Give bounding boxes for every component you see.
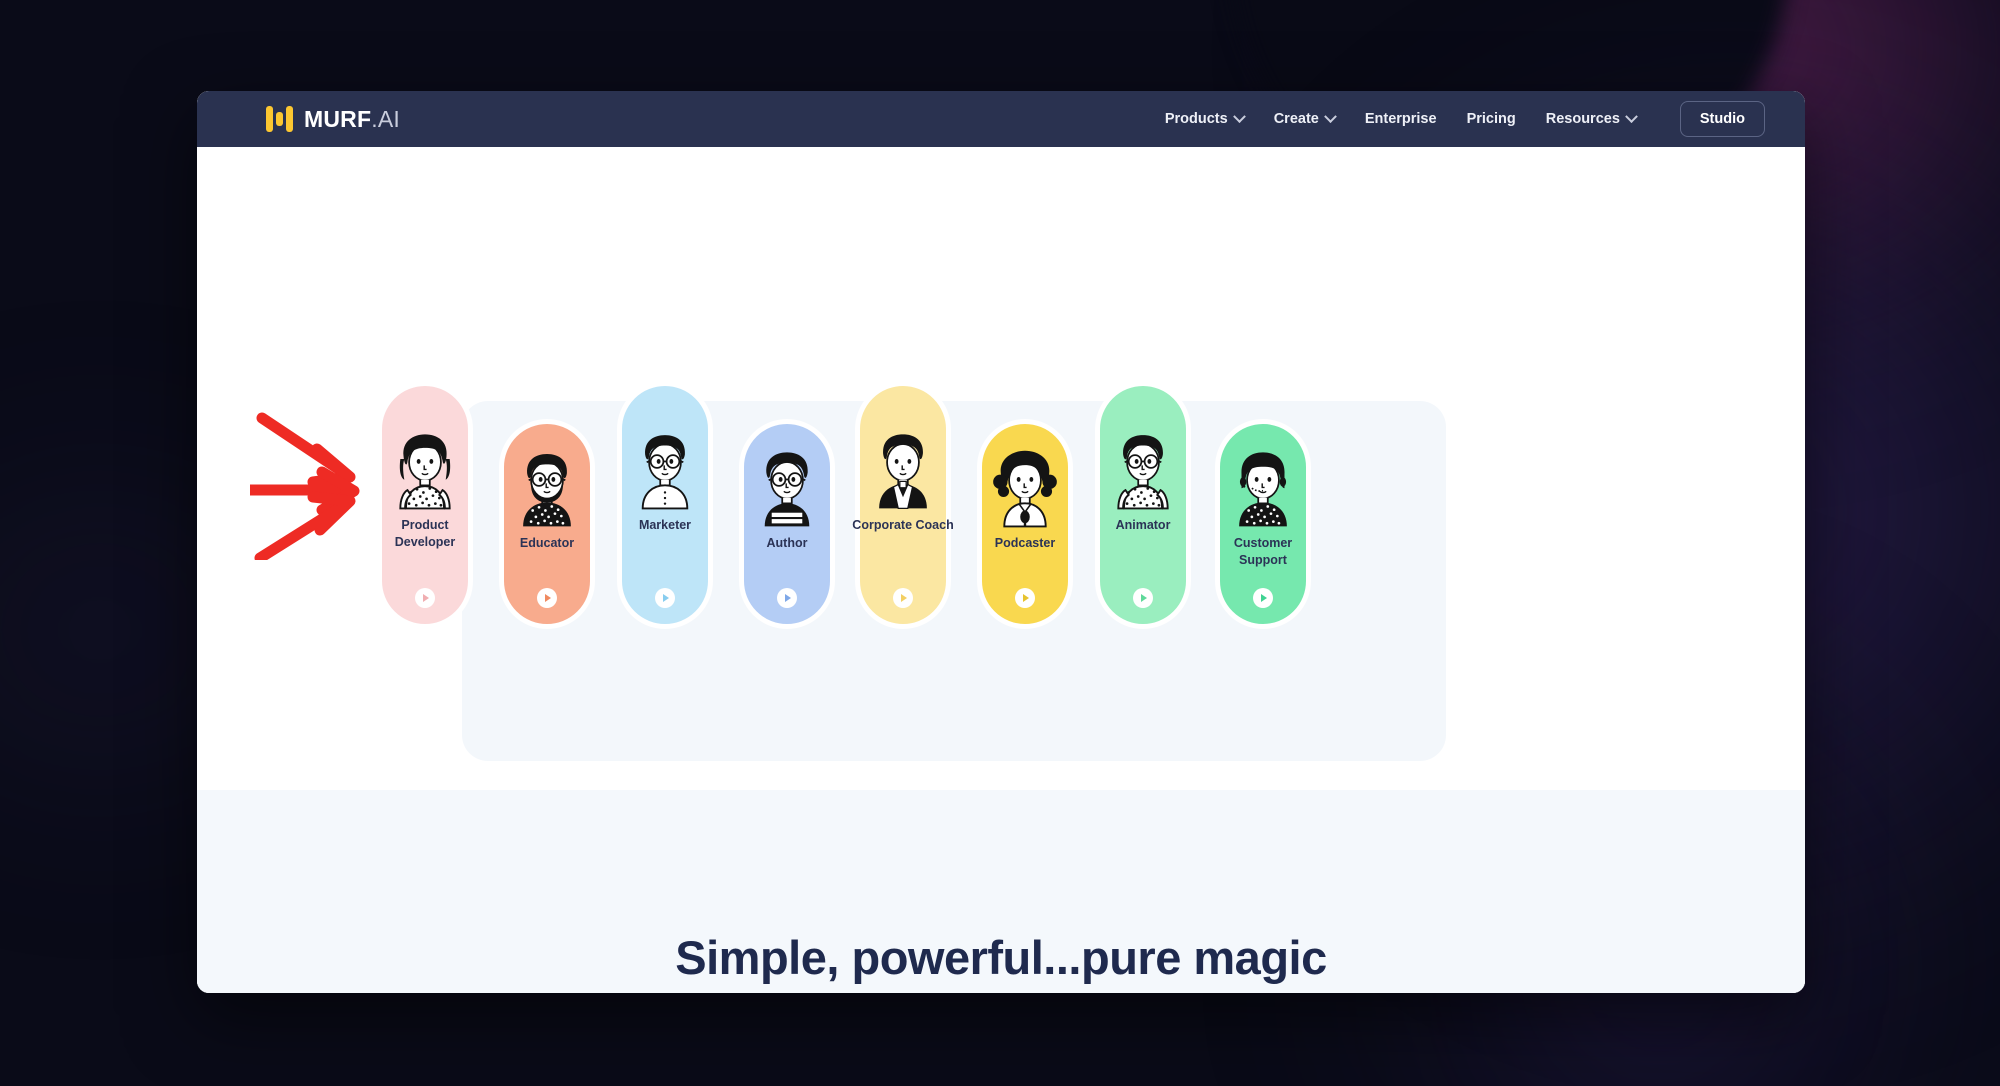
persona-label: Marketer [638, 518, 692, 532]
persona-avatar-icon [389, 432, 461, 510]
persona-card[interactable]: Marketer [617, 381, 713, 629]
nav-link-label: Enterprise [1364, 111, 1437, 127]
nav-link-label: Resources [1545, 111, 1620, 127]
persona-avatar-icon [751, 450, 823, 528]
persona-card[interactable]: Animator [1095, 381, 1191, 629]
play-icon[interactable] [893, 588, 913, 608]
persona-card-row: Product Developer Educator Marketer Auth… [377, 381, 1507, 781]
persona-card[interactable]: Product Developer [377, 381, 473, 629]
persona-avatar-icon [867, 432, 939, 510]
nav-link-enterprise[interactable]: Enterprise [1365, 111, 1437, 127]
brand-logo[interactable]: MURF.AI [266, 106, 400, 133]
persona-label: Animator [1115, 518, 1171, 532]
brand-suffix: .AI [371, 105, 400, 132]
next-section-heading: Simple, powerful...pure magic [675, 931, 1327, 984]
play-icon[interactable] [655, 588, 675, 608]
persona-label: Educator [519, 536, 575, 550]
next-section: Simple, powerful...pure magic [197, 790, 1805, 993]
play-icon[interactable] [537, 588, 557, 608]
nav-link-pricing[interactable]: Pricing [1467, 111, 1516, 127]
nav-link-resources[interactable]: Resources [1545, 109, 1638, 127]
chevron-down-icon [1232, 109, 1246, 123]
persona-card[interactable]: Author [739, 419, 835, 629]
play-icon[interactable] [1253, 588, 1273, 608]
browser-window: Creative, Corporate, or Entertainment, t… [197, 91, 1805, 993]
chevron-down-icon [1323, 109, 1337, 123]
persona-avatar-icon [511, 450, 583, 528]
murf-waveform-icon [266, 106, 293, 132]
play-icon[interactable] [415, 588, 435, 608]
persona-label: Author [766, 536, 808, 550]
nav-link-label: Pricing [1466, 111, 1516, 127]
play-icon[interactable] [777, 588, 797, 608]
persona-avatar-icon [989, 450, 1061, 528]
persona-label: Corporate Coach [852, 518, 954, 532]
persona-label: Podcaster [994, 536, 1056, 550]
studio-button[interactable]: Studio [1679, 101, 1765, 137]
page-content: Creative, Corporate, or Entertainment, t… [197, 91, 1805, 993]
play-icon[interactable] [1015, 588, 1035, 608]
persona-label: Customer Support [1233, 536, 1293, 567]
persona-label: Product Developer [394, 518, 456, 549]
nav-link-label: Create [1273, 111, 1319, 127]
persona-card[interactable]: Educator [499, 419, 595, 629]
brand-name: MURF [304, 105, 372, 132]
nav-link-label: Products [1164, 111, 1228, 127]
persona-avatar-icon [629, 432, 701, 510]
nav-link-create[interactable]: Create [1273, 109, 1337, 127]
chevron-down-icon [1625, 109, 1638, 123]
persona-avatar-icon [1227, 450, 1299, 528]
persona-card[interactable]: Podcaster [977, 419, 1073, 629]
brand-wordmark: MURF.AI [304, 106, 400, 133]
persona-card[interactable]: Customer Support [1215, 419, 1311, 629]
nav-links: Products Create Enterprise Pricing Resources… [1165, 101, 1765, 137]
site-navigation-bar: MURF.AI Products Create Enterprise Pricing R… [197, 91, 1805, 147]
nav-link-products[interactable]: Products [1164, 109, 1246, 127]
persona-avatar-icon [1107, 432, 1179, 510]
persona-showcase-section: Product Developer Educator Marketer Auth… [197, 201, 1805, 781]
play-icon[interactable] [1133, 588, 1153, 608]
persona-card[interactable]: Corporate Coach [852, 381, 954, 629]
